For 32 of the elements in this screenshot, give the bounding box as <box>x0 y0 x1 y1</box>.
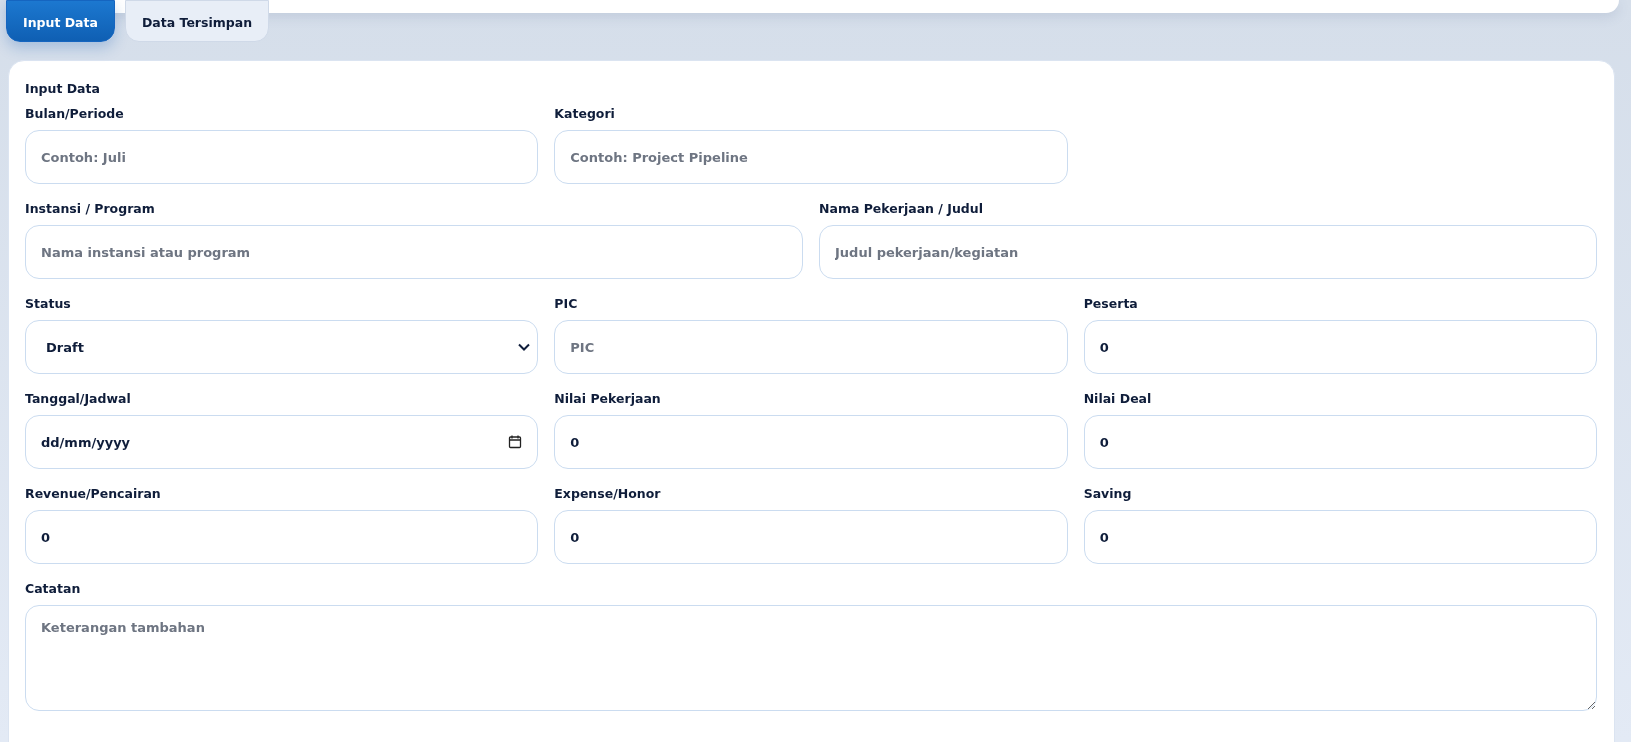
calendar-icon <box>508 435 523 449</box>
field-label: Revenue/Pencairan <box>25 486 161 501</box>
field-label: Catatan <box>25 581 81 596</box>
tab[interactable]: Input Data <box>6 0 115 42</box>
field-label: Nilai Pekerjaan <box>554 391 661 406</box>
field-label: Nilai Deal <box>1083 391 1152 406</box>
field-label: Expense/Honor <box>554 486 661 501</box>
field-label: PIC <box>554 296 578 311</box>
field-label: Saving <box>1083 486 1132 501</box>
input-field[interactable]: Nama instansi atau program <box>25 225 803 279</box>
input-field[interactable]: 0 <box>25 510 539 564</box>
input-field[interactable]: 0 <box>554 415 1068 469</box>
input-field[interactable]: Contoh: Juli <box>25 130 539 184</box>
field-label: Nama Pekerjaan / Judul <box>819 201 983 216</box>
status-select[interactable]: Draft <box>25 320 539 374</box>
tab[interactable]: Data Tersimpan <box>124 0 270 42</box>
field-label: Kategori <box>554 106 615 121</box>
input-field[interactable]: Contoh: Project Pipeline <box>554 130 1068 184</box>
field-label: Tanggal/Jadwal <box>25 391 131 406</box>
field-label: Instansi / Program <box>25 201 155 216</box>
input-field[interactable]: Judul pekerjaan/kegiatan <box>819 225 1597 279</box>
input-field[interactable]: 0 <box>1083 510 1597 564</box>
notes-field[interactable]: Keterangan tambahan <box>25 605 1597 711</box>
input-field[interactable]: PIC <box>554 320 1068 374</box>
input-field[interactable]: 0 <box>1083 415 1597 469</box>
date-field[interactable]: dd/mm/yyyy <box>25 415 539 469</box>
panel-title: Input Data <box>25 81 100 96</box>
field-label: Status <box>25 296 71 311</box>
field-label: Peserta <box>1083 296 1138 311</box>
field-label: Bulan/Periode <box>25 106 124 121</box>
input-field[interactable]: 0 <box>554 510 1068 564</box>
input-field[interactable]: 0 <box>1083 320 1597 374</box>
